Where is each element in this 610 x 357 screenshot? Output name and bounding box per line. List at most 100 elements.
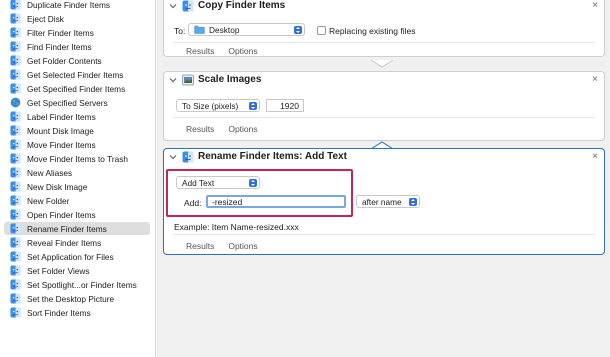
finder-icon — [10, 237, 21, 248]
library-action-label: New Aliases — [27, 167, 73, 178]
scale-mode-value: To Size (pixels) — [182, 100, 239, 111]
action-title: Scale Images — [198, 74, 262, 85]
library-action-item[interactable]: Duplicate Finder Items — [4, 0, 150, 11]
library-action-item[interactable]: Set Application for Files — [4, 250, 150, 263]
divider — [174, 234, 594, 235]
results-tab[interactable]: Results — [186, 124, 214, 134]
divider — [174, 42, 594, 43]
library-action-item[interactable]: Get Specified Finder Items — [4, 82, 150, 95]
finder-icon — [10, 0, 21, 10]
scale-mode-popup[interactable]: To Size (pixels) — [176, 99, 260, 112]
library-action-label: Set the Desktop Picture — [27, 293, 115, 304]
library-action-label: Reveal Finder Items — [27, 237, 102, 248]
library-action-item[interactable]: Set Folder Views — [4, 264, 150, 277]
library-action-label: Sort Finder Items — [27, 307, 91, 318]
example-text: Example: Item Name-resized.xxx — [174, 222, 299, 232]
finder-icon — [10, 181, 21, 192]
close-icon[interactable]: × — [592, 0, 598, 11]
library-action-item[interactable]: New Folder — [4, 194, 150, 207]
finder-icon — [10, 125, 21, 136]
copy-finder-items-action[interactable]: Copy Finder Items × To: Desktop Replacin… — [163, 0, 605, 57]
library-action-item[interactable]: Reveal Finder Items — [4, 236, 150, 249]
finder-icon — [10, 69, 21, 80]
destination-value: Desktop — [209, 24, 240, 35]
results-tab[interactable]: Results — [186, 46, 214, 56]
finder-icon — [10, 223, 21, 234]
action-connector — [371, 60, 393, 68]
finder-icon — [10, 111, 21, 122]
card-footer-tabs: Results Options — [186, 124, 258, 134]
library-action-item[interactable]: Get Folder Contents — [4, 54, 150, 67]
finder-icon — [10, 279, 21, 290]
results-tab[interactable]: Results — [186, 241, 214, 251]
options-tab[interactable]: Options — [228, 241, 257, 251]
library-action-item[interactable]: Sort Finder Items — [4, 306, 150, 319]
finder-icon — [10, 209, 21, 220]
library-action-item[interactable]: Label Finder Items — [4, 110, 150, 123]
library-action-label: Get Selected Finder Items — [27, 69, 124, 80]
library-action-item[interactable]: Rename Finder Items — [4, 222, 150, 235]
divider — [174, 117, 594, 118]
library-action-item[interactable]: Set the Desktop Picture — [4, 292, 150, 305]
action-title: Rename Finder Items: Add Text — [198, 151, 347, 162]
finder-icon — [10, 139, 21, 150]
finder-icon — [10, 55, 21, 66]
replace-existing-checkbox[interactable] — [317, 26, 326, 35]
library-action-item[interactable]: Filter Finder Items — [4, 26, 150, 39]
library-action-label: Eject Disk — [27, 13, 64, 24]
close-icon[interactable]: × — [592, 151, 598, 162]
card-header: Copy Finder Items × — [164, 0, 604, 16]
library-action-label: Duplicate Finder Items — [27, 0, 111, 10]
finder-icon — [10, 41, 21, 52]
library-action-label: Rename Finder Items — [27, 223, 107, 234]
library-action-label: Set Folder Views — [27, 265, 90, 276]
chevron-down-icon[interactable] — [169, 153, 177, 161]
size-field[interactable]: 1920 — [266, 99, 304, 112]
library-action-label: Get Specified Finder Items — [27, 83, 126, 94]
library-action-item[interactable]: Move Finder Items to Trash — [4, 152, 150, 165]
library-action-item[interactable]: Mount Disk Image — [4, 124, 150, 137]
library-action-item[interactable]: Move Finder Items — [4, 138, 150, 151]
library-action-item[interactable]: Find Finder Items — [4, 40, 150, 53]
folder-icon — [194, 25, 205, 34]
library-action-label: New Disk Image — [27, 181, 88, 192]
highlight-annotation-box — [166, 169, 353, 217]
library-action-item[interactable]: New Aliases — [4, 166, 150, 179]
preview-icon — [182, 74, 194, 86]
actions-library-list: Duplicate Finder Items Eject Disk Filter F… — [0, 0, 156, 357]
library-action-item[interactable]: Get Selected Finder Items — [4, 68, 150, 81]
library-action-item[interactable]: Eject Disk — [4, 12, 150, 25]
text-position-popup[interactable]: after name — [356, 195, 420, 208]
library-action-label: Open Finder Items — [27, 209, 96, 220]
library-action-label: Move Finder Items to Trash — [27, 153, 128, 164]
library-action-item[interactable]: Set Spotlight...or Finder Items — [4, 278, 150, 291]
card-footer-tabs: Results Options — [186, 46, 258, 56]
finder-icon — [182, 151, 194, 163]
library-action-label: Get Folder Contents — [27, 55, 102, 66]
size-value: 1920 — [280, 100, 299, 111]
action-title: Copy Finder Items — [198, 0, 286, 11]
options-tab[interactable]: Options — [228, 46, 257, 56]
globe-icon — [10, 97, 21, 108]
replace-existing-label: Replacing existing files — [329, 26, 416, 36]
finder-icon — [182, 0, 194, 12]
library-action-item[interactable]: Open Finder Items — [4, 208, 150, 221]
close-icon[interactable]: × — [592, 74, 598, 85]
card-header: Rename Finder Items: Add Text × — [164, 149, 604, 167]
chevron-down-icon[interactable] — [169, 76, 177, 84]
finder-icon — [10, 153, 21, 164]
chevron-down-icon[interactable] — [169, 2, 177, 10]
destination-popup[interactable]: Desktop — [188, 23, 305, 36]
library-action-label: Set Spotlight...or Finder Items — [27, 279, 137, 290]
library-action-item[interactable]: Get Specified Servers — [4, 96, 150, 109]
finder-icon — [10, 83, 21, 94]
library-action-item[interactable]: New Disk Image — [4, 180, 150, 193]
scale-images-action[interactable]: Scale Images × To Size (pixels) 1920 Res… — [163, 71, 605, 141]
finder-icon — [10, 13, 21, 24]
finder-icon — [10, 293, 21, 304]
library-action-label: Find Finder Items — [27, 41, 92, 52]
card-header: Scale Images × — [164, 72, 604, 90]
library-action-label: Move Finder Items — [27, 139, 96, 150]
text-position-value: after name — [362, 196, 402, 207]
options-tab[interactable]: Options — [228, 124, 257, 134]
